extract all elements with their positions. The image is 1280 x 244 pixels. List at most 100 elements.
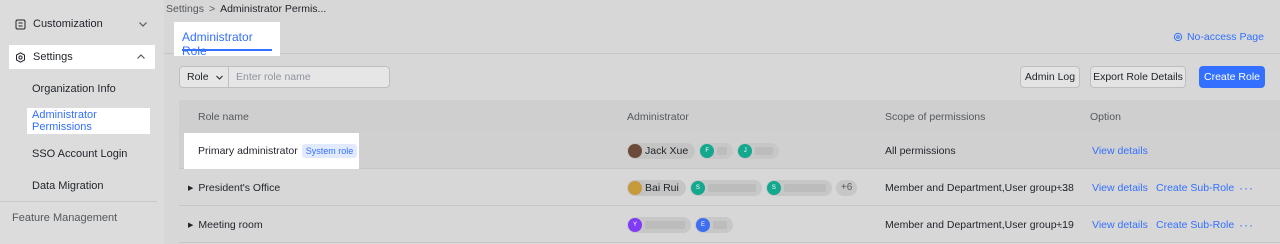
breadcrumb-separator: > — [208, 3, 216, 15]
option-cell: ··· — [1239, 169, 1254, 206]
redacted-name — [713, 220, 727, 229]
redacted-name — [707, 183, 756, 192]
administrator-cell: Bai Rui S S +6 — [627, 169, 858, 206]
admin-name: Bai Rui — [645, 181, 679, 194]
scope-cell: All permissions — [885, 132, 956, 169]
admin-chip[interactable]: E — [695, 216, 733, 233]
sidebar-item-feature-management[interactable]: Feature Management — [12, 212, 117, 224]
option-cell: Create Sub-Role — [1156, 206, 1234, 243]
admin-chip[interactable]: S — [689, 179, 762, 196]
tab-label: Administrator Role — [182, 30, 253, 58]
role-name-cell: ▶ President's Office — [188, 169, 280, 206]
view-details-link[interactable]: View details — [1092, 182, 1148, 194]
admin-chip[interactable]: Bai Rui — [627, 179, 686, 196]
sidebar-group-label: Settings — [33, 51, 73, 63]
redacted-name — [783, 183, 826, 192]
redacted-name — [645, 220, 685, 229]
scope-count: +38 — [1056, 181, 1074, 194]
sidebar-divider — [0, 201, 157, 202]
tab-bar: Administrator Role No-access Page — [164, 22, 1280, 58]
role-filter-select[interactable]: Role — [180, 67, 229, 87]
admin-chip[interactable]: Y — [627, 216, 691, 233]
option-cell: Create Sub-Role — [1156, 169, 1234, 206]
tab-active-indicator — [182, 49, 272, 51]
role-name: President's Office — [198, 181, 281, 194]
no-access-page-label: No-access Page — [1186, 31, 1264, 43]
column-header-option: Option — [1090, 111, 1121, 123]
option-cell: ··· — [1239, 206, 1254, 243]
view-details-link[interactable]: View details — [1092, 145, 1148, 157]
admin-log-button[interactable]: Admin Log — [1020, 66, 1080, 88]
role-name-search-input[interactable] — [229, 67, 389, 87]
administrator-cell: Jack Xue F J — [627, 132, 783, 169]
avatar: J — [738, 143, 753, 158]
sidebar-item-administrator-permissions[interactable]: Administrator Permissions — [27, 108, 150, 134]
sidebar: Customization Settings Organization Info… — [0, 0, 164, 244]
sidebar-item-organization-info[interactable]: Organization Info — [32, 83, 116, 95]
more-admins-badge[interactable]: +6 — [835, 179, 858, 196]
admin-name: Jack Xue — [645, 144, 689, 157]
sidebar-item-data-migration[interactable]: Data Migration — [32, 180, 104, 192]
chevron-down-icon — [137, 18, 149, 30]
sidebar-group-settings[interactable]: Settings — [9, 45, 155, 69]
customization-icon — [15, 19, 26, 30]
table-header: Role name Administrator Scope of permiss… — [179, 100, 1280, 132]
scope-text: Member and Department,User group ... — [885, 181, 1069, 194]
avatar: Y — [628, 217, 642, 232]
role-name: Primary administrator — [198, 144, 298, 157]
avatar: S — [690, 180, 705, 195]
create-sub-role-link[interactable]: Create Sub-Role — [1156, 219, 1234, 231]
admin-chip[interactable]: J — [737, 142, 780, 159]
column-header-scope: Scope of permissions — [885, 111, 986, 123]
avatar — [628, 180, 642, 195]
scope-cell: Member and Department,User group ... +38 — [885, 169, 1074, 206]
avatar: S — [766, 180, 781, 195]
scope-count: +19 — [1056, 218, 1074, 231]
role-name-cell: Primary administrator System role — [198, 132, 358, 169]
admin-chip[interactable]: S — [765, 179, 832, 196]
settings-gear-icon — [15, 51, 26, 63]
gear-icon — [1173, 32, 1183, 42]
breadcrumb-root[interactable]: Settings — [166, 3, 204, 15]
more-options-icon[interactable]: ··· — [1239, 218, 1254, 232]
redacted-name — [717, 146, 728, 155]
admin-chip[interactable]: F — [699, 142, 734, 159]
column-header-role-name: Role name — [198, 111, 249, 123]
view-details-link[interactable]: View details — [1092, 219, 1148, 231]
chevron-down-icon — [215, 73, 224, 82]
admin-chip[interactable]: Jack Xue — [627, 142, 696, 159]
scope-cell: Member and Department,User group ... +19 — [885, 206, 1074, 243]
avatar — [628, 143, 642, 158]
administrator-cell: Y E — [627, 206, 737, 243]
main-content: Settings > Administrator Permis... Admin… — [164, 0, 1280, 244]
system-role-badge: System role — [301, 143, 358, 158]
avatar: F — [700, 143, 715, 158]
more-options-icon[interactable]: ··· — [1239, 181, 1254, 195]
option-cell: View details — [1092, 206, 1148, 243]
scope-text: All permissions — [885, 144, 956, 157]
roles-table: Role name Administrator Scope of permiss… — [179, 100, 1280, 243]
scope-text: Member and Department,User group ... — [885, 218, 1069, 231]
table-row: ▶ President's Office Bai Rui S S +6 Memb… — [179, 169, 1280, 206]
export-role-details-button[interactable]: Export Role Details — [1090, 66, 1186, 88]
tab-administrator-role[interactable]: Administrator Role — [174, 22, 280, 58]
sidebar-group-customization[interactable]: Customization — [0, 12, 157, 36]
option-cell: View details — [1092, 169, 1148, 206]
table-row: ▶ Meeting room Y E Member and Department… — [179, 206, 1280, 243]
column-header-administrator: Administrator — [627, 111, 689, 123]
sidebar-group-label: Customization — [33, 18, 103, 30]
role-filter-label: Role — [187, 71, 209, 83]
avatar: E — [696, 217, 710, 232]
no-access-page-link[interactable]: No-access Page — [1173, 31, 1264, 43]
table-row: Primary administrator System role Jack X… — [179, 132, 1280, 169]
role-name-cell: ▶ Meeting room — [188, 206, 263, 243]
create-role-button[interactable]: Create Role — [1199, 66, 1265, 88]
expand-caret-icon[interactable]: ▶ — [188, 221, 193, 229]
chevron-up-icon — [135, 51, 147, 63]
create-sub-role-link[interactable]: Create Sub-Role — [1156, 182, 1234, 194]
breadcrumb: Settings > Administrator Permis... — [166, 3, 326, 15]
role-name: Meeting room — [198, 218, 263, 231]
redacted-name — [755, 146, 774, 155]
expand-caret-icon[interactable]: ▶ — [188, 184, 193, 192]
sidebar-item-sso-account-login[interactable]: SSO Account Login — [32, 148, 127, 160]
